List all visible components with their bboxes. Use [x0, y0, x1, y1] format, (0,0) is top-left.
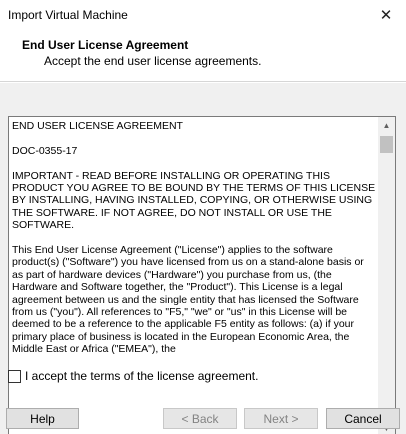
close-button[interactable]: ✕ — [366, 0, 406, 30]
arrow-up-icon: ▲ — [382, 121, 391, 130]
cancel-button[interactable]: Cancel — [326, 408, 400, 429]
window-title: Import Virtual Machine — [8, 8, 128, 22]
accept-license-label[interactable]: I accept the terms of the license agreem… — [25, 369, 258, 383]
next-button[interactable]: Next > — [244, 408, 318, 429]
page-subtitle: Accept the end user license agreements. — [44, 54, 262, 68]
back-button[interactable]: < Back — [163, 408, 237, 429]
accept-license-row[interactable]: I accept the terms of the license agreem… — [8, 368, 258, 384]
wizard-body: END USER LICENSE AGREEMENT DOC-0355-17 I… — [0, 83, 406, 434]
license-paragraph: DOC-0355-17 — [12, 144, 78, 157]
title-bar: Import Virtual Machine ✕ — [0, 0, 406, 30]
accept-license-checkbox[interactable] — [8, 369, 21, 383]
page-title: End User License Agreement — [22, 38, 189, 52]
scroll-thumb[interactable] — [380, 136, 393, 153]
help-button[interactable]: Help — [6, 408, 79, 429]
license-paragraph: This End User License Agreement ("Licens… — [12, 244, 364, 356]
license-paragraph: END USER LICENSE AGREEMENT — [12, 120, 183, 132]
license-text: END USER LICENSE AGREEMENT DOC-0355-17 I… — [12, 120, 377, 434]
vertical-scrollbar[interactable]: ▲ ▼ — [378, 117, 395, 434]
scroll-up-button[interactable]: ▲ — [378, 117, 395, 134]
license-text-box[interactable]: END USER LICENSE AGREEMENT DOC-0355-17 I… — [8, 116, 396, 434]
close-icon: ✕ — [379, 7, 393, 24]
license-paragraph: IMPORTANT - READ BEFORE INSTALLING OR OP… — [12, 169, 376, 232]
wizard-header: End User License Agreement Accept the en… — [0, 30, 406, 82]
